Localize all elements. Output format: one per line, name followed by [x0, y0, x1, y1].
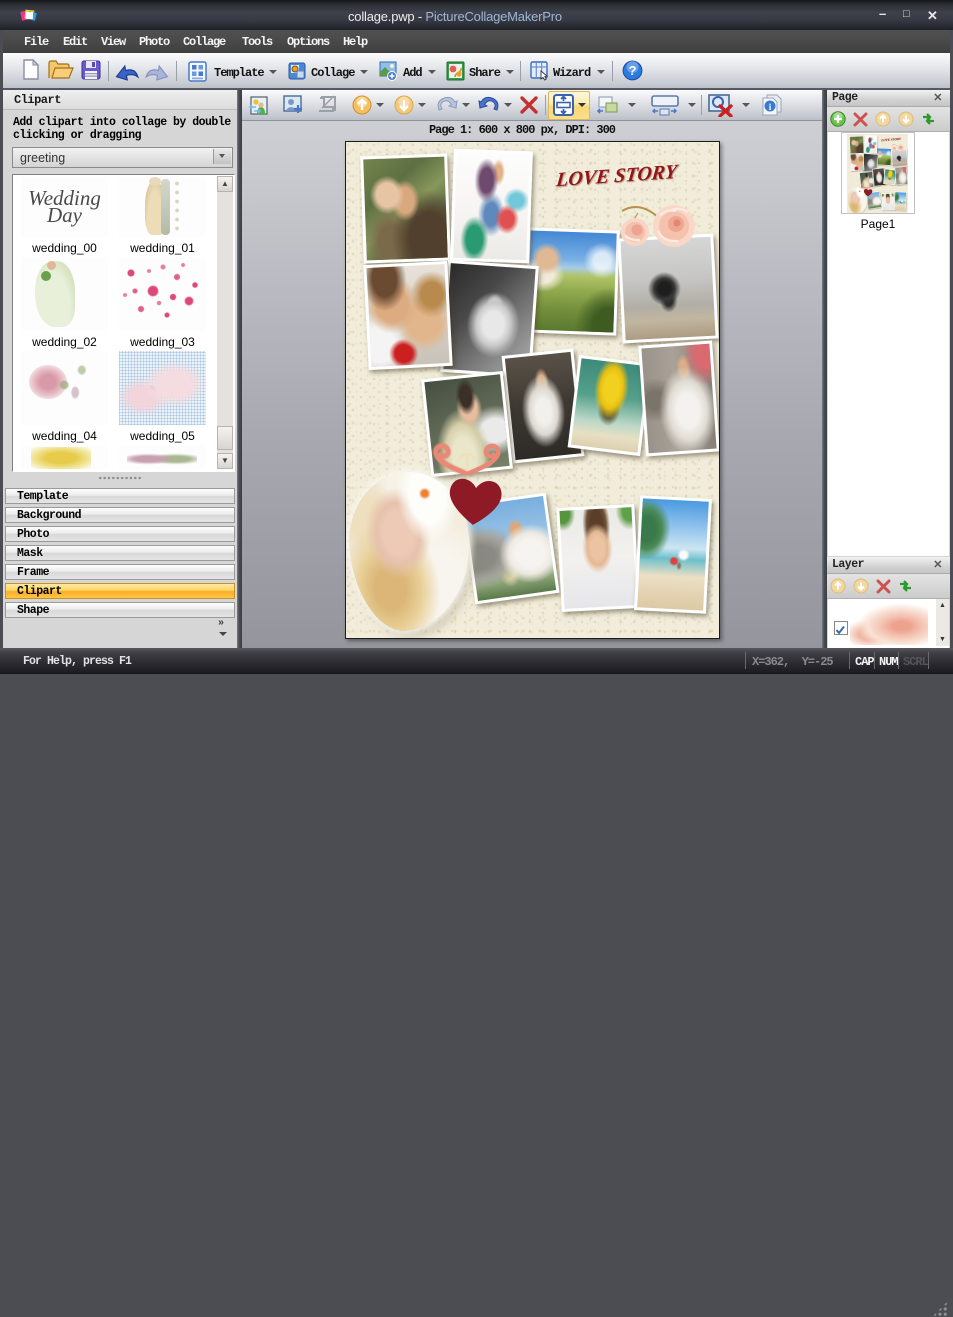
svg-text:?: ? — [629, 63, 637, 78]
